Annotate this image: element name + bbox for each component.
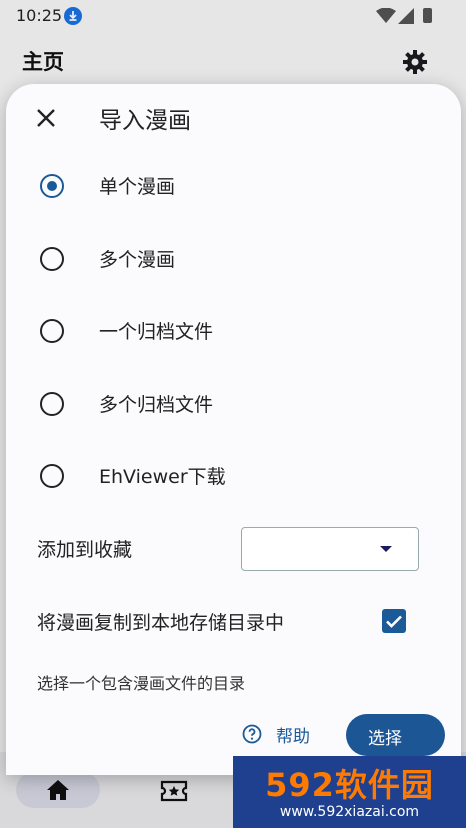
option-label: EhViewer下载 <box>99 466 226 488</box>
option-single-comic[interactable]: 单个漫画 <box>28 161 428 211</box>
option-multiple-archives[interactable]: 多个归档文件 <box>28 379 428 429</box>
help-icon <box>242 724 262 748</box>
option-label: 多个漫画 <box>99 249 176 271</box>
favorite-dropdown[interactable] <box>241 527 419 571</box>
radio-unselected-icon[interactable] <box>40 392 64 416</box>
copy-to-local-checkbox[interactable] <box>382 609 406 633</box>
option-one-archive[interactable]: 一个归档文件 <box>28 306 428 356</box>
select-label: 选择 <box>368 729 402 749</box>
check-icon <box>386 615 402 628</box>
option-multiple-comics[interactable]: 多个漫画 <box>28 234 428 284</box>
help-button[interactable]: 帮助 <box>238 714 328 752</box>
favorite-label: 添加到收藏 <box>37 539 133 561</box>
radio-unselected-icon[interactable] <box>40 464 64 488</box>
option-ehviewer-downloads[interactable]: EhViewer下载 <box>28 451 428 501</box>
import-comic-dialog: 导入漫画 单个漫画 多个漫画 一个归档文件 多个归档文件 EhViewer下载 … <box>6 84 461 775</box>
select-button[interactable]: 选择 <box>346 714 445 756</box>
caret-down-icon <box>380 546 392 552</box>
radio-selected-icon[interactable] <box>40 174 64 198</box>
dialog-title: 导入漫画 <box>99 108 191 134</box>
directory-hint: 选择一个包含漫画文件的目录 <box>37 674 246 693</box>
option-label: 单个漫画 <box>99 176 176 198</box>
watermark-brand: 592软件园 <box>265 766 434 804</box>
option-label: 多个归档文件 <box>99 394 214 416</box>
radio-unselected-icon[interactable] <box>40 247 64 271</box>
copy-to-local-label: 将漫画复制到本地存储目录中 <box>37 612 285 634</box>
watermark: 592软件园 www.592xiazai.com <box>233 756 466 828</box>
radio-unselected-icon[interactable] <box>40 319 64 343</box>
watermark-url: www.592xiazai.com <box>279 804 420 820</box>
close-icon[interactable] <box>32 104 60 132</box>
option-label: 一个归档文件 <box>99 321 214 343</box>
help-label: 帮助 <box>276 727 310 747</box>
